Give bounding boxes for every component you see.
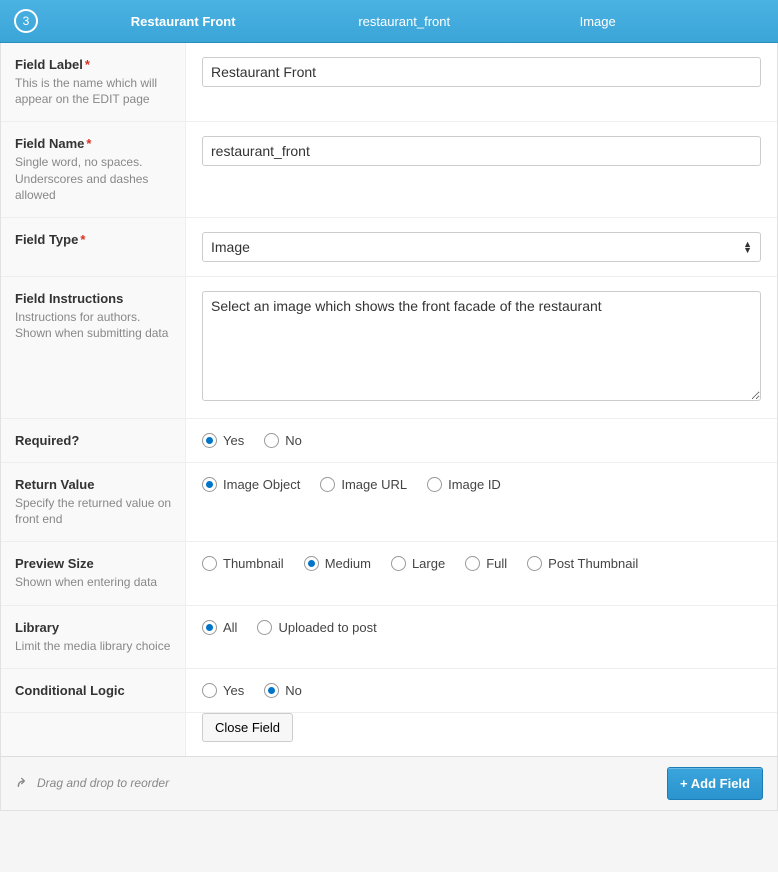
return-value-desc: Specify the returned value on front end [15, 495, 173, 527]
return-object-radio[interactable]: Image Object [202, 477, 300, 492]
conditional-no-radio[interactable]: No [264, 683, 302, 698]
conditional-yes-radio[interactable]: Yes [202, 683, 244, 698]
preview-medium-radio[interactable]: Medium [304, 556, 371, 571]
arrow-up-curve-icon [15, 775, 31, 791]
required-title: Required? [15, 433, 173, 448]
instructions-desc: Instructions for authors. Shown when sub… [15, 309, 173, 341]
return-url-radio[interactable]: Image URL [320, 477, 407, 492]
field-label-title: Field Label* [15, 57, 173, 72]
field-name-desc: Single word, no spaces. Underscores and … [15, 154, 173, 203]
field-label-desc: This is the name which will appear on th… [15, 75, 173, 107]
preview-size-title: Preview Size [15, 556, 173, 571]
required-yes-radio[interactable]: Yes [202, 433, 244, 448]
add-field-button[interactable]: + Add Field [667, 767, 763, 800]
library-desc: Limit the media library choice [15, 638, 173, 654]
preview-size-desc: Shown when entering data [15, 574, 173, 590]
close-field-button[interactable]: Close Field [202, 713, 293, 742]
reorder-hint: Drag and drop to reorder [15, 775, 169, 791]
field-type-select[interactable]: Image ▲▼ [202, 232, 761, 262]
header-field-type: Image [580, 14, 764, 29]
field-label-input[interactable] [202, 57, 761, 87]
instructions-title: Field Instructions [15, 291, 173, 306]
library-title: Library [15, 620, 173, 635]
chevron-updown-icon: ▲▼ [743, 241, 752, 253]
field-header-bar: 3 Restaurant Front restaurant_front Imag… [0, 0, 778, 43]
field-name-input[interactable] [202, 136, 761, 166]
header-field-name: restaurant_front [358, 14, 579, 29]
return-value-title: Return Value [15, 477, 173, 492]
required-marker: * [85, 57, 90, 72]
preview-large-radio[interactable]: Large [391, 556, 445, 571]
required-no-radio[interactable]: No [264, 433, 302, 448]
field-type-title: Field Type* [15, 232, 173, 247]
return-id-radio[interactable]: Image ID [427, 477, 501, 492]
preview-thumbnail-radio[interactable]: Thumbnail [202, 556, 284, 571]
field-name-title: Field Name* [15, 136, 173, 151]
required-marker: * [80, 232, 85, 247]
instructions-textarea[interactable]: Select an image which shows the front fa… [202, 291, 761, 401]
library-all-radio[interactable]: All [202, 620, 237, 635]
conditional-title: Conditional Logic [15, 683, 173, 698]
required-marker: * [86, 136, 91, 151]
preview-full-radio[interactable]: Full [465, 556, 507, 571]
preview-post-thumbnail-radio[interactable]: Post Thumbnail [527, 556, 638, 571]
header-field-title: Restaurant Front [8, 14, 358, 29]
library-uploaded-radio[interactable]: Uploaded to post [257, 620, 376, 635]
